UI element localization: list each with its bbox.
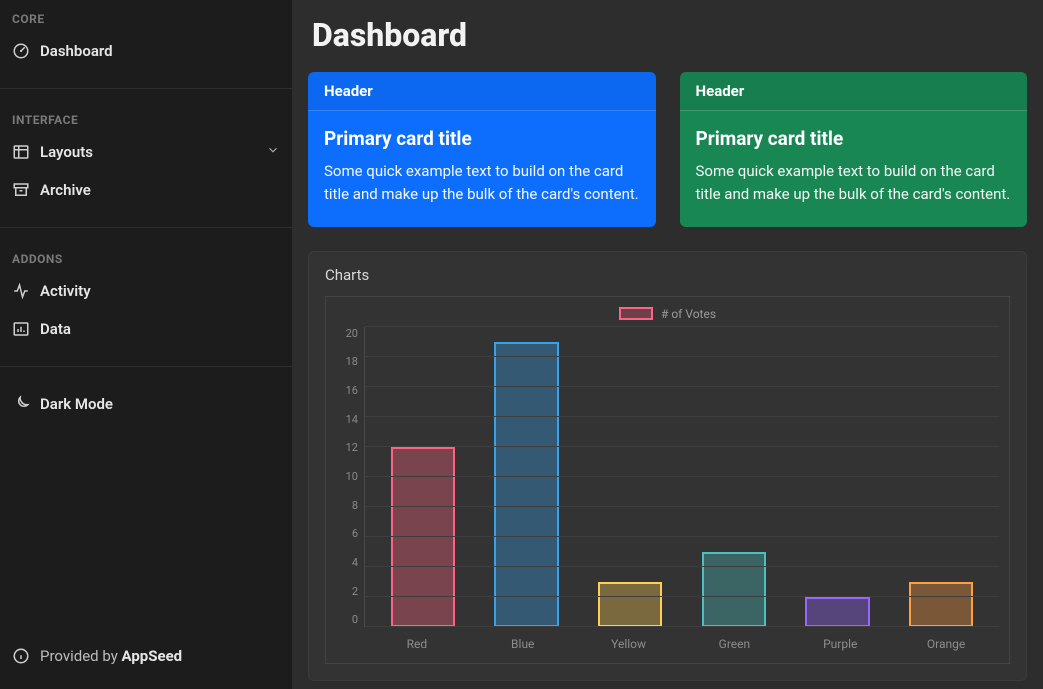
card-success: Header Primary card title Some quick exa… bbox=[680, 72, 1028, 227]
sidebar-item-label: Archive bbox=[40, 181, 280, 199]
sidebar-item-dashboard[interactable]: Dashboard bbox=[0, 32, 292, 70]
bar-green bbox=[702, 552, 766, 627]
x-tick: Green bbox=[681, 637, 787, 651]
chart-bars bbox=[365, 327, 999, 627]
gridline bbox=[365, 536, 999, 537]
gridline bbox=[365, 476, 999, 477]
sidebar-item-label: Data bbox=[40, 320, 280, 338]
divider bbox=[0, 88, 292, 89]
chart: # of Votes 20181614121086420 RedBlueYell… bbox=[325, 296, 1010, 664]
bar-red bbox=[391, 447, 455, 627]
page-title: Dashboard bbox=[308, 0, 1027, 72]
chart-plot: 20181614121086420 bbox=[336, 327, 999, 627]
y-tick: 0 bbox=[352, 613, 358, 626]
gridline bbox=[365, 356, 999, 357]
footer-brand: AppSeed bbox=[122, 647, 183, 665]
sidebar-item-label: Layouts bbox=[40, 143, 256, 161]
chevron-down-icon bbox=[266, 143, 280, 161]
card-text: Some quick example text to build on the … bbox=[324, 160, 640, 207]
sidebar-item-activity[interactable]: Activity bbox=[0, 272, 292, 310]
y-tick: 8 bbox=[352, 499, 358, 512]
card-text: Some quick example text to build on the … bbox=[696, 160, 1012, 207]
dark-mode-label: Dark Mode bbox=[40, 395, 280, 413]
info-icon bbox=[12, 647, 30, 665]
section-label-interface: INTERFACE bbox=[0, 107, 292, 133]
chart-x-axis: RedBlueYellowGreenPurpleOrange bbox=[364, 627, 999, 651]
card-title: Primary card title bbox=[324, 127, 640, 150]
cards-row: Header Primary card title Some quick exa… bbox=[308, 72, 1027, 227]
bar-slot bbox=[889, 327, 993, 627]
gridline bbox=[365, 446, 999, 447]
bar-yellow bbox=[598, 582, 662, 627]
y-tick: 16 bbox=[346, 384, 358, 397]
footer-text: Provided by AppSeed bbox=[40, 647, 182, 665]
y-tick: 20 bbox=[346, 327, 358, 340]
bar-chart-icon bbox=[12, 320, 30, 338]
bar-slot bbox=[371, 327, 475, 627]
archive-icon bbox=[12, 181, 30, 199]
card-header: Header bbox=[308, 72, 656, 111]
card-primary: Header Primary card title Some quick exa… bbox=[308, 72, 656, 227]
card-header: Header bbox=[680, 72, 1028, 111]
footer-attribution: Provided by AppSeed bbox=[0, 629, 292, 689]
y-tick: 2 bbox=[352, 585, 358, 598]
x-tick: Yellow bbox=[576, 637, 682, 651]
dark-mode-toggle[interactable]: Dark Mode bbox=[0, 385, 292, 423]
y-tick: 18 bbox=[346, 355, 358, 368]
y-tick: 12 bbox=[346, 441, 358, 454]
moon-icon bbox=[12, 395, 30, 413]
footer-prefix: Provided by bbox=[40, 647, 122, 665]
bar-blue bbox=[494, 342, 558, 627]
card-body: Primary card title Some quick example te… bbox=[680, 111, 1028, 227]
activity-icon bbox=[12, 282, 30, 300]
bar-slot bbox=[578, 327, 682, 627]
sidebar-item-label: Activity bbox=[40, 282, 280, 300]
legend-label: # of Votes bbox=[661, 307, 716, 321]
y-tick: 10 bbox=[346, 470, 358, 483]
bar-slot bbox=[682, 327, 786, 627]
sidebar-item-layouts[interactable]: Layouts bbox=[0, 133, 292, 171]
chart-y-axis: 20181614121086420 bbox=[336, 327, 364, 627]
divider bbox=[0, 366, 292, 367]
gridline bbox=[365, 596, 999, 597]
main: Dashboard Header Primary card title Some… bbox=[292, 0, 1043, 689]
sidebar-item-data[interactable]: Data bbox=[0, 310, 292, 348]
divider bbox=[0, 227, 292, 228]
sidebar-item-label: Dashboard bbox=[40, 42, 280, 60]
bar-slot bbox=[475, 327, 579, 627]
card-title: Primary card title bbox=[696, 127, 1012, 150]
y-tick: 6 bbox=[352, 527, 358, 540]
x-tick: Red bbox=[364, 637, 470, 651]
columns-icon bbox=[12, 143, 30, 161]
legend-swatch bbox=[619, 307, 653, 320]
x-tick: Blue bbox=[470, 637, 576, 651]
bar-orange bbox=[909, 582, 973, 627]
gridline bbox=[365, 566, 999, 567]
y-tick: 14 bbox=[346, 413, 358, 426]
card-body: Primary card title Some quick example te… bbox=[308, 111, 656, 227]
chart-panel-title: Charts bbox=[325, 266, 1010, 284]
bar-purple bbox=[805, 597, 869, 627]
chart-legend: # of Votes bbox=[336, 307, 999, 321]
x-tick: Orange bbox=[893, 637, 999, 651]
x-tick: Purple bbox=[787, 637, 893, 651]
gridline bbox=[365, 416, 999, 417]
section-label-core: CORE bbox=[0, 6, 292, 32]
gridline bbox=[365, 626, 999, 627]
gridline bbox=[365, 506, 999, 507]
gauge-icon bbox=[12, 42, 30, 60]
sidebar: CORE Dashboard INTERFACE Layouts Archive… bbox=[0, 0, 292, 689]
chart-grid bbox=[364, 327, 999, 627]
chart-panel: Charts # of Votes 20181614121086420 RedB… bbox=[308, 251, 1027, 681]
bar-slot bbox=[786, 327, 890, 627]
section-label-addons: ADDONS bbox=[0, 246, 292, 272]
gridline bbox=[365, 326, 999, 327]
gridline bbox=[365, 386, 999, 387]
sidebar-item-archive[interactable]: Archive bbox=[0, 171, 292, 209]
y-tick: 4 bbox=[352, 556, 358, 569]
